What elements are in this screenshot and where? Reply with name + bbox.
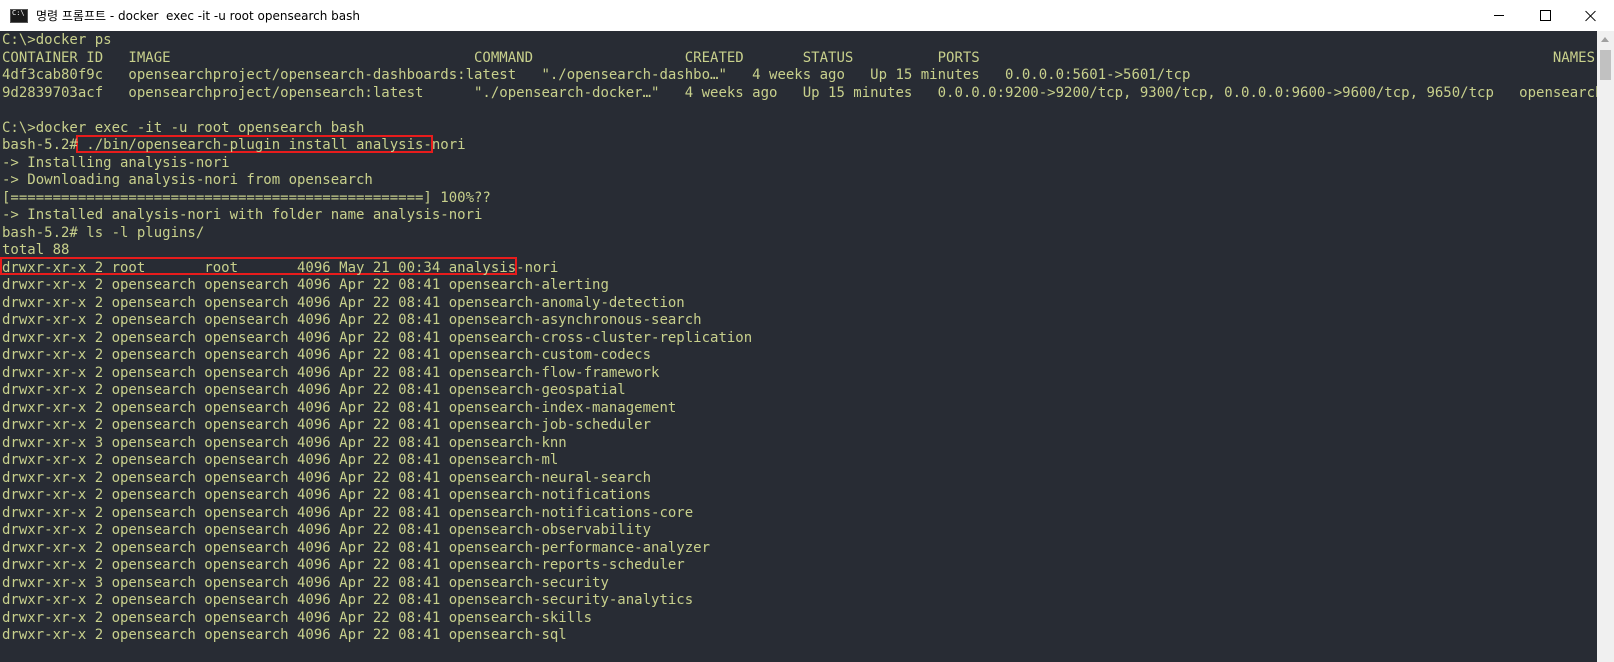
close-icon — [1585, 10, 1597, 22]
maximize-button[interactable] — [1522, 0, 1568, 31]
maximize-icon — [1539, 10, 1551, 21]
vertical-scrollbar[interactable] — [1597, 31, 1614, 662]
terminal-line: 9d2839703acf opensearchproject/opensearc… — [2, 84, 1597, 101]
terminal-line: CONTAINER ID IMAGE COMMAND CREATED STATU… — [2, 49, 1596, 66]
minimize-button[interactable] — [1476, 0, 1522, 31]
terminal-line: [=======================================… — [2, 189, 491, 206]
minimize-icon — [1494, 15, 1504, 16]
terminal-line: drwxr-xr-x 2 root root 4096 May 21 00:34… — [2, 259, 559, 276]
terminal-window: 명령 프롬프트 - docker exec -it -u root opense… — [0, 0, 1614, 662]
terminal-line: drwxr-xr-x 2 opensearch opensearch 4096 … — [2, 382, 626, 398]
terminal-line: drwxr-xr-x 2 opensearch opensearch 4096 … — [2, 347, 652, 363]
terminal-line: drwxr-xr-x 2 opensearch opensearch 4096 … — [2, 294, 685, 311]
terminal-line: drwxr-xr-x 2 opensearch opensearch 4096 … — [2, 452, 559, 468]
terminal-line: -> Installing analysis-nori — [2, 154, 230, 171]
title-bar[interactable]: 명령 프롬프트 - docker exec -it -u root opense… — [0, 0, 1614, 32]
terminal-line: drwxr-xr-x 2 opensearch opensearch 4096 … — [2, 399, 677, 416]
terminal-line: C:\>docker ps — [2, 32, 112, 48]
terminal-output[interactable]: C:\>docker ps CONTAINER ID IMAGE COMMAND … — [0, 31, 1597, 662]
terminal-line: drwxr-xr-x 2 opensearch opensearch 4096 … — [2, 522, 652, 538]
close-button[interactable] — [1568, 0, 1614, 31]
terminal-line: drwxr-xr-x 2 opensearch opensearch 4096 … — [2, 504, 694, 521]
terminal-line: drwxr-xr-x 2 opensearch opensearch 4096 … — [2, 627, 567, 643]
terminal-line: drwxr-xr-x 2 opensearch opensearch 4096 … — [2, 487, 652, 503]
terminal-line: drwxr-xr-x 2 opensearch opensearch 4096 … — [2, 557, 685, 573]
scrollbar-thumb[interactable] — [1600, 50, 1611, 80]
terminal-line: bash-5.2# ls -l plugins/ — [2, 224, 205, 241]
terminal-line: drwxr-xr-x 2 opensearch opensearch 4096 … — [2, 609, 593, 626]
terminal-line: -> Downloading analysis-nori from opense… — [2, 172, 373, 188]
terminal-line: 4df3cab80f9c opensearchproject/opensearc… — [2, 67, 1597, 83]
terminal-line: drwxr-xr-x 2 opensearch opensearch 4096 … — [2, 417, 652, 433]
terminal-line: C:\>docker exec -it -u root opensearch b… — [2, 119, 365, 136]
scroll-up-arrow-icon[interactable] — [1601, 37, 1609, 42]
window-title: 명령 프롬프트 - docker exec -it -u root opense… — [36, 9, 360, 23]
terminal-line: drwxr-xr-x 2 opensearch opensearch 4096 … — [2, 329, 753, 346]
command-prompt-icon — [10, 8, 28, 23]
terminal-line: drwxr-xr-x 2 opensearch opensearch 4096 … — [2, 469, 652, 486]
terminal-line: drwxr-xr-x 2 opensearch opensearch 4096 … — [2, 364, 660, 381]
terminal-line: total 88 — [2, 242, 70, 258]
terminal-line: bash-5.2# ./bin/opensearch-plugin instal… — [2, 137, 466, 153]
terminal-line: drwxr-xr-x 2 opensearch opensearch 4096 … — [2, 312, 702, 328]
terminal-line: -> Installed analysis-nori with folder n… — [2, 207, 483, 223]
terminal-line: drwxr-xr-x 2 opensearch opensearch 4096 … — [2, 539, 711, 556]
terminal-line: drwxr-xr-x 2 opensearch opensearch 4096 … — [2, 592, 694, 608]
terminal-line: drwxr-xr-x 3 opensearch opensearch 4096 … — [2, 434, 567, 451]
terminal-line: drwxr-xr-x 2 opensearch opensearch 4096 … — [2, 277, 609, 293]
terminal-line: drwxr-xr-x 3 opensearch opensearch 4096 … — [2, 574, 609, 591]
